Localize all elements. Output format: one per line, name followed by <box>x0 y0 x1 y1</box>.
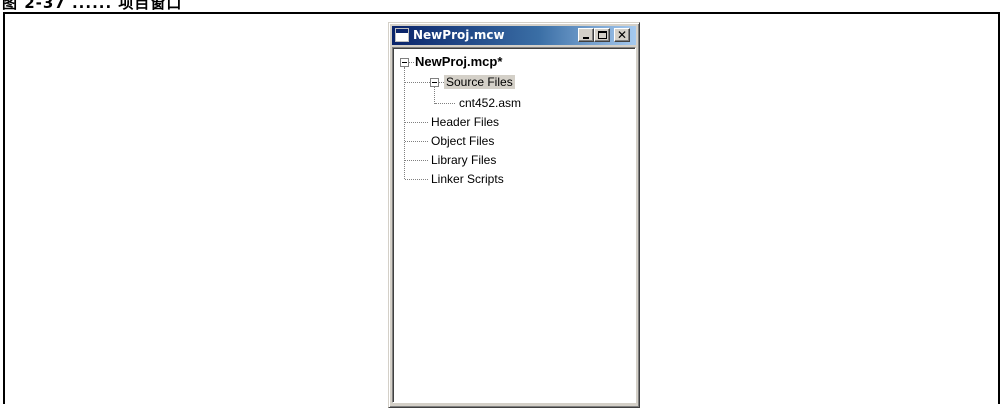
title-bar[interactable]: NewProj.mcw ✕ <box>392 26 636 45</box>
tree-item-object-files[interactable]: Object Files <box>431 133 494 149</box>
tree-item-project[interactable]: NewProj.mcp* <box>415 54 502 70</box>
tree-connector <box>434 87 435 104</box>
project-window: NewProj.mcw ✕ NewProj.mcp* Source Files … <box>388 22 640 408</box>
tree-connector <box>404 67 405 179</box>
root-collapse-icon[interactable] <box>400 58 409 67</box>
tree-item-library-files[interactable]: Library Files <box>431 152 496 168</box>
maximize-icon <box>598 31 607 39</box>
minimize-button[interactable] <box>578 28 594 42</box>
project-tree[interactable]: NewProj.mcp* Source Files cnt452.asm Hea… <box>392 47 636 403</box>
minimize-icon <box>583 37 589 39</box>
tree-connector <box>405 160 428 161</box>
figure-caption: 图 2-37 ...... 项目窗口 <box>2 0 183 12</box>
tree-connector <box>405 141 428 142</box>
tree-item-file[interactable]: cnt452.asm <box>459 95 521 111</box>
tree-connector <box>405 122 428 123</box>
tree-connector <box>409 62 414 63</box>
tree-connector <box>405 179 428 180</box>
tree-item-linker-scripts[interactable]: Linker Scripts <box>431 171 504 187</box>
caption-strip: 图 2-37 ...... 项目窗口 <box>0 0 1005 12</box>
tree-item-source-files[interactable]: Source Files <box>444 74 515 90</box>
tree-connector <box>405 82 430 83</box>
maximize-button[interactable] <box>594 28 610 42</box>
tree-connector <box>435 103 455 104</box>
tree-item-header-files[interactable]: Header Files <box>431 114 499 130</box>
close-icon: ✕ <box>616 28 628 42</box>
tree-item-label: Source Files <box>444 75 515 89</box>
window-title: NewProj.mcw <box>413 28 505 42</box>
window-icon[interactable] <box>395 28 409 42</box>
close-button[interactable]: ✕ <box>614 28 630 42</box>
source-files-collapse-icon[interactable] <box>430 78 439 87</box>
